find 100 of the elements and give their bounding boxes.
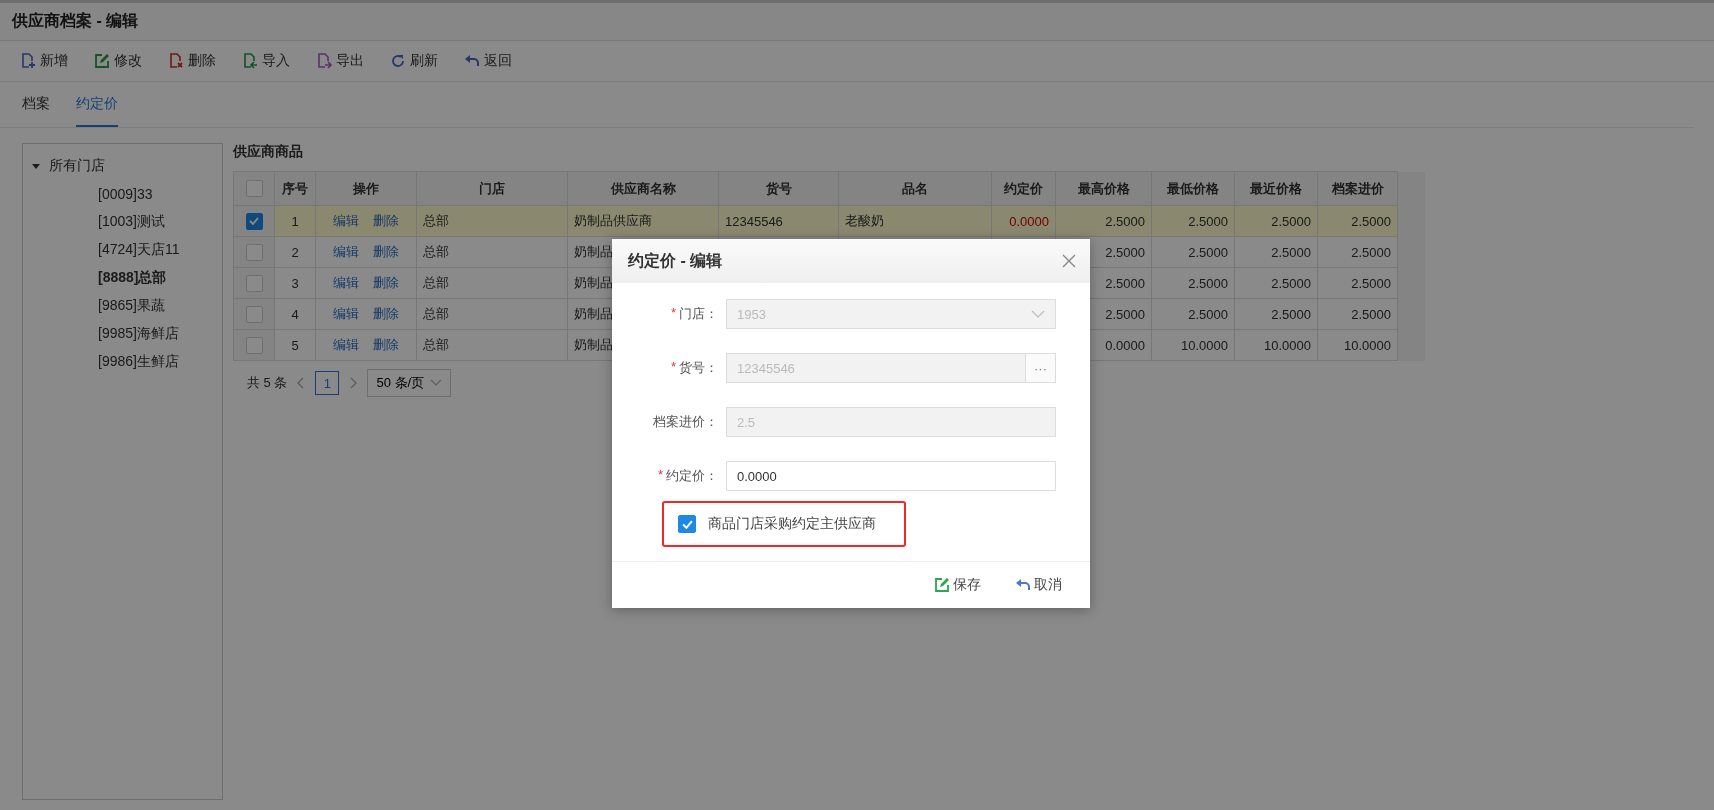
table-link[interactable]: 删除 [373,274,399,292]
table-cell: 0.0000 [991,205,1056,237]
toolbar-button[interactable]: 修改 [92,50,144,72]
chevron-down-icon [1031,310,1045,318]
chevron-left-icon[interactable] [297,377,306,389]
column-header: 门店 [416,171,568,206]
page-button[interactable]: 1 [315,371,340,395]
document-icon [316,53,332,69]
page-size-select[interactable]: 50 条/页 [367,369,452,397]
checkmark-icon [249,217,259,226]
section-title: 供应商商品 [233,143,304,161]
undo-arrow-icon [1015,577,1031,593]
checkbox[interactable] [245,274,263,292]
edit-icon [934,577,950,593]
table-cell: 2.5000 [1151,298,1235,330]
toolbar-button[interactable]: 刷新 [388,50,440,72]
checkbox[interactable] [678,515,696,533]
toolbar-button[interactable]: 新增 [18,50,70,72]
table-cell: 10.0000 [1151,329,1235,361]
toolbar-button[interactable]: 导出 [314,50,366,72]
column-header: 供应商名称 [567,171,719,206]
tree-item[interactable]: [9865]果蔬 [98,297,165,315]
table-link[interactable]: 删除 [373,212,399,230]
toolbar-button[interactable]: 删除 [166,50,218,72]
tree-item[interactable]: [1003]测试 [98,213,165,231]
table-cell: 10.0000 [1317,329,1398,361]
required-asterisk: * [657,467,663,484]
table-cell: 5 [274,329,316,361]
window-title: 供应商档案 - 编辑 [12,11,139,31]
column-header: 操作 [315,171,417,206]
field-label: 货号： [679,359,718,377]
tree-item[interactable]: [9985]海鲜店 [98,325,179,343]
table-cell: 奶制品供应商 [567,205,719,237]
required-asterisk: * [670,305,676,322]
edit-icon [94,53,110,69]
table-cell: 2.5000 [1234,298,1318,330]
column-header: 最高价格 [1055,171,1152,206]
table-cell: 2.5000 [1055,205,1152,237]
table-cell: 老酸奶 [838,205,992,237]
table-link[interactable]: 编辑 [333,212,359,230]
table-cell: 总部 [416,236,568,268]
checkbox[interactable] [245,243,263,261]
checkbox[interactable] [245,305,263,323]
refresh-icon [390,53,406,69]
chevron-down-icon [430,379,443,387]
input-field[interactable]: 0.0000 [726,461,1056,491]
table-cell: 3 [274,267,316,299]
save-button[interactable]: 保存 [928,575,987,595]
column-header: 最低价格 [1151,171,1235,206]
table-cell: 2 [274,236,316,268]
chevron-right-icon[interactable] [349,377,358,389]
undo-arrow-icon [464,53,480,69]
tree-item[interactable]: [4724]天店11 [98,241,180,259]
table-cell: 2.5000 [1234,236,1318,268]
table-cell: 2.5000 [1317,236,1398,268]
table-cell: 总部 [416,329,568,361]
checkbox-label: 商品门店采购约定主供应商 [708,515,876,533]
column-header: 序号 [274,171,316,206]
table-cell: 2.5000 [1151,267,1235,299]
column-header: 约定价 [991,171,1056,206]
tree-item[interactable]: [8888]总部 [98,269,167,287]
field-label: 门店： [679,305,718,323]
checkbox[interactable] [245,212,263,230]
table-cell: 4 [274,298,316,330]
document-icon [20,53,36,69]
table-cell: 2.5000 [1151,205,1235,237]
table-cell: 10.0000 [1234,329,1318,361]
tree-item[interactable]: [9986]生鲜店 [98,353,179,371]
column-header: 货号 [718,171,839,206]
tab[interactable]: 约定价 [76,82,118,127]
table-link[interactable]: 编辑 [333,336,359,354]
table-link[interactable]: 编辑 [333,243,359,261]
table-link[interactable]: 删除 [373,305,399,323]
table-link[interactable]: 删除 [373,243,399,261]
checkmark-icon [681,519,693,529]
table-link[interactable]: 编辑 [333,305,359,323]
cancel-button[interactable]: 取消 [1009,575,1068,595]
table-cell: 2.5000 [1317,267,1398,299]
total-count: 共 5 条 [247,374,288,392]
table-cell: 2.5000 [1317,298,1398,330]
tab[interactable]: 档案 [22,82,50,127]
checkbox[interactable] [245,180,263,198]
table-cell: 2.5000 [1317,205,1398,237]
table-cell: 2.5000 [1234,267,1318,299]
table-cell: 2.5000 [1151,236,1235,268]
column-header: 品名 [838,171,992,206]
close-icon[interactable] [1062,254,1076,268]
table-cell: 总部 [416,298,568,330]
field-label: 档案进价： [653,413,718,431]
document-icon [242,53,258,69]
tree-item[interactable]: [0009]33 [98,186,153,202]
toolbar-button[interactable]: 返回 [462,50,514,72]
table-link[interactable]: 删除 [373,336,399,354]
checkbox[interactable] [245,336,263,354]
field-label: 约定价： [666,467,718,485]
tree-item[interactable]: 所有门店 [49,157,105,175]
toolbar-button[interactable]: 导入 [240,50,292,72]
table-link[interactable]: 编辑 [333,274,359,292]
column-header: 最近价格 [1234,171,1318,206]
column-header: 档案进价 [1317,171,1398,206]
